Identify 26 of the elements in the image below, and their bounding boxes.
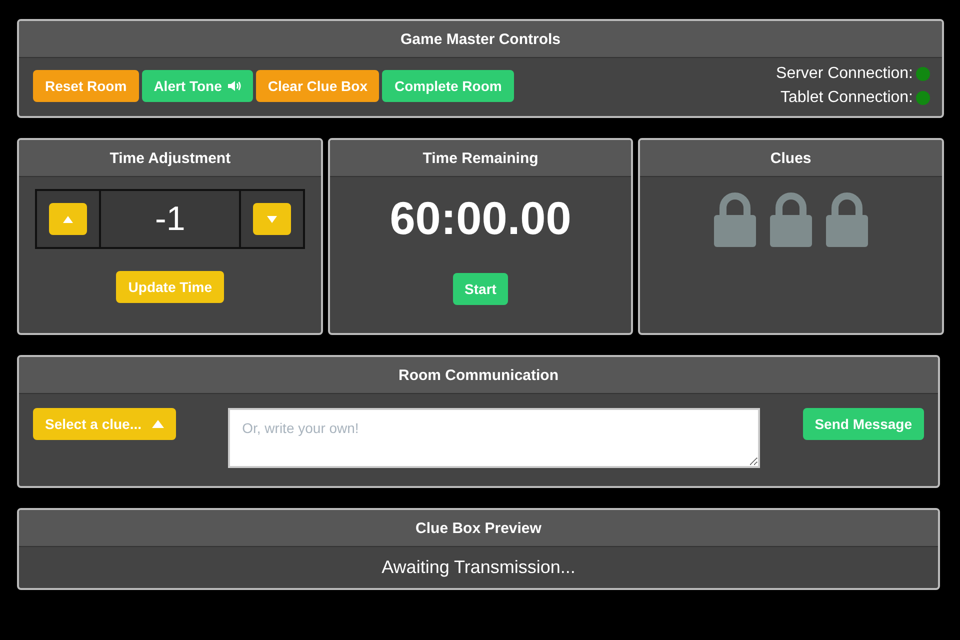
button[interactable]: Complete Room (382, 70, 514, 102)
down-triangle-icon (267, 216, 278, 222)
up-triangle-icon (63, 216, 74, 222)
button[interactable]: Reset Room (33, 70, 139, 102)
decrease-button[interactable] (253, 203, 292, 235)
panel-title: Clue Box Preview (416, 520, 542, 536)
button[interactable]: Clear Clue Box (256, 70, 380, 102)
increase-button[interactable] (49, 203, 88, 235)
panel-title: Room Communication (398, 366, 558, 384)
connection-label: Tablet Connection: (780, 89, 913, 107)
timer-display: 60:00.00 (390, 191, 572, 245)
message-field[interactable]: Or, write your own! (228, 408, 760, 468)
start-button[interactable]: Start (452, 273, 508, 305)
preview-text: Awaiting Transmission... (382, 557, 576, 578)
panel-title: Game Master Controls (400, 30, 561, 48)
speaker-icon (226, 80, 241, 92)
panel-title: Time Remaining (422, 150, 538, 166)
caret-icon (152, 420, 164, 428)
update-time-button[interactable]: Update Time (116, 271, 224, 303)
button[interactable]: Alert Tone (142, 70, 253, 102)
send-message-button[interactable]: Send Message (802, 408, 924, 440)
panel-title: Time Adjustment (110, 150, 231, 166)
clue-dropdown[interactable]: Select a clue... (33, 408, 176, 440)
adjustment-value: -1 (155, 200, 186, 238)
connection-label: Server Connection: (776, 65, 913, 83)
panel-title: Clues (770, 150, 812, 166)
